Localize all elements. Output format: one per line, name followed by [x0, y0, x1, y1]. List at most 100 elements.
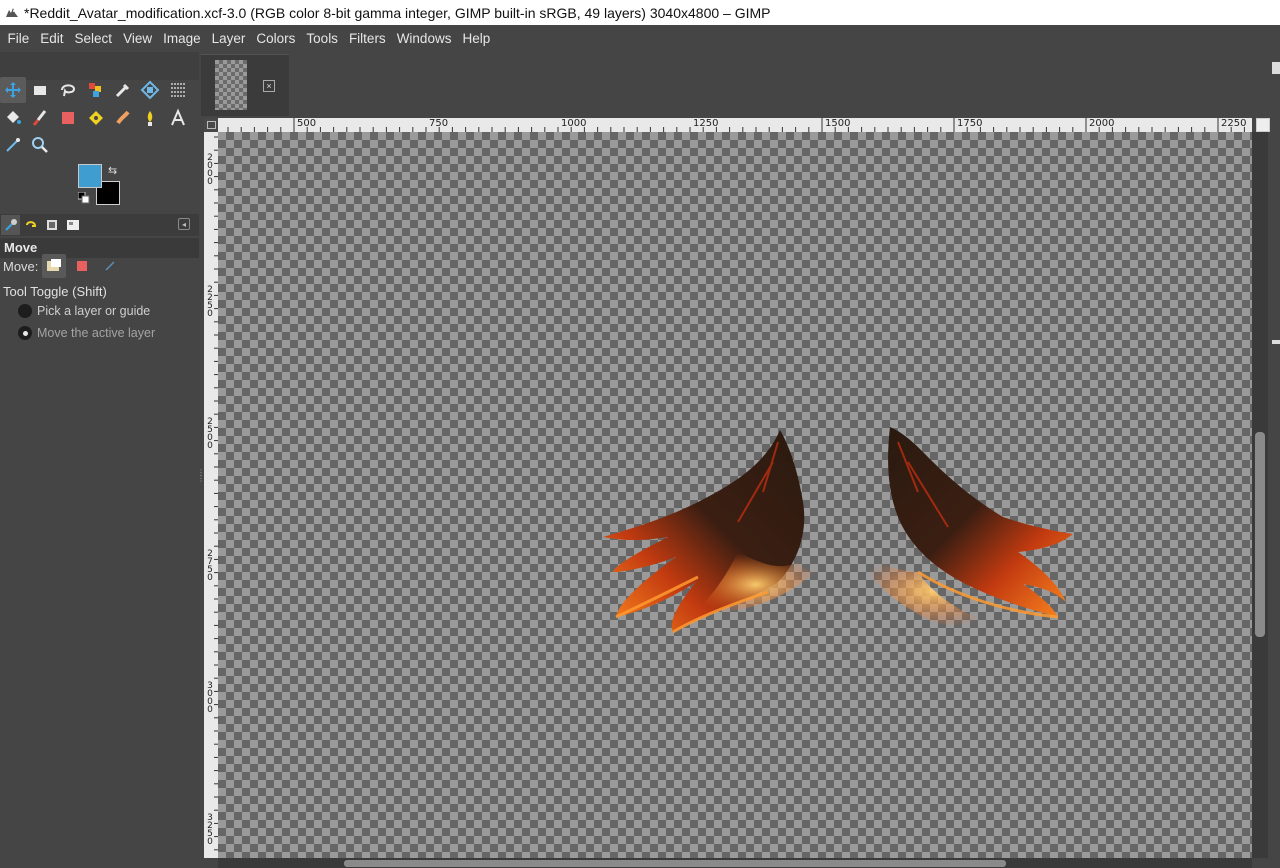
- horizontal-scroll-thumb[interactable]: [344, 860, 1006, 867]
- menu-help[interactable]: Help: [457, 31, 496, 46]
- toolbox-header: [0, 52, 199, 80]
- radio-pick-layer[interactable]: Pick a layer or guide: [18, 301, 150, 321]
- move-icon: [5, 82, 21, 98]
- fuzzy-select-icon: [89, 83, 101, 97]
- gimp-logo-icon: [4, 6, 20, 20]
- bucket-fill-icon: [7, 111, 21, 124]
- bucket-fill-tool-button[interactable]: [0, 105, 26, 131]
- heal-tool-button[interactable]: [83, 105, 109, 131]
- dock-menu-icon[interactable]: ◂: [178, 218, 190, 230]
- navigate-icon[interactable]: [1256, 118, 1270, 132]
- left-wing: [603, 430, 823, 634]
- selection-mode-icon: [77, 261, 88, 271]
- paths-tool-button[interactable]: [0, 132, 26, 158]
- title-bar: *Reddit_Avatar_modification.xcf-3.0 (RGB…: [0, 0, 1280, 25]
- paths-icon: [6, 138, 20, 152]
- menu-colors[interactable]: Colors: [251, 31, 301, 46]
- tab-document-history[interactable]: [63, 215, 82, 235]
- menu-layer[interactable]: Layer: [206, 31, 251, 46]
- horizontal-scrollbar[interactable]: [218, 858, 1252, 868]
- text-tool-button[interactable]: [165, 105, 191, 131]
- dodge-tool-button[interactable]: [137, 105, 163, 131]
- foreground-color-swatch[interactable]: [78, 164, 102, 188]
- menu-edit[interactable]: Edit: [35, 31, 69, 46]
- close-icon[interactable]: ×: [263, 80, 275, 92]
- image-canvas[interactable]: [218, 132, 1252, 858]
- quick-mask-corner[interactable]: [204, 118, 218, 132]
- menu-tools[interactable]: Tools: [301, 31, 344, 46]
- unified-transform-tool-button[interactable]: [137, 77, 163, 103]
- dock-resize-handle[interactable]: ⋮ ⋮: [197, 469, 205, 494]
- free-select-tool-button[interactable]: [55, 77, 81, 103]
- horizontal-ruler-ticks: [227, 118, 1245, 132]
- color-picker-tool-button[interactable]: [110, 77, 136, 103]
- menu-bar: File Edit Select View Image Layer Colors…: [0, 25, 1280, 52]
- free-select-icon: [61, 84, 76, 97]
- color-area: ⇆: [78, 164, 124, 206]
- menu-filters[interactable]: Filters: [343, 31, 391, 46]
- reset-colors-icon[interactable]: [78, 192, 90, 204]
- image-tab[interactable]: ×: [201, 54, 289, 116]
- eraser-tool-button[interactable]: [55, 105, 81, 131]
- radio-move-active-layer[interactable]: Move the active layer: [18, 323, 155, 343]
- dock-tab-bar: ◂: [0, 214, 199, 236]
- tab-tool-options[interactable]: [1, 215, 20, 235]
- menu-windows[interactable]: Windows: [391, 31, 457, 46]
- rect-select-icon: [34, 86, 46, 95]
- move-mode-row: Move:: [3, 254, 122, 278]
- swap-colors-icon[interactable]: ⇆: [108, 164, 117, 177]
- move-layer-mode-button[interactable]: [42, 254, 67, 278]
- tab-device-status[interactable]: [21, 215, 40, 235]
- toolbox: ⇆ ◂ Move Move: Tool Toggle (Shift) Pick …: [0, 52, 199, 868]
- move-path-mode-button[interactable]: [98, 254, 122, 278]
- right-dock-marker: [1272, 62, 1280, 74]
- vertical-ruler: 2000 2250 2500 2750 3000 3250: [204, 132, 218, 858]
- right-wing: [858, 427, 1073, 629]
- text-icon: [171, 108, 185, 126]
- dodge-icon: [147, 111, 153, 126]
- menu-file[interactable]: File: [2, 31, 35, 46]
- warp-tool-button[interactable]: [165, 77, 191, 103]
- right-dock-marker: [1272, 340, 1280, 344]
- horizontal-ruler: 500 750 1000 1250 1500 1750 2000 2250: [218, 118, 1252, 132]
- zoom-icon: [32, 137, 48, 153]
- radio-move-active-layer-label: Move the active layer: [37, 326, 156, 340]
- move-tool-button[interactable]: [0, 77, 26, 103]
- paintbrush-tool-button[interactable]: [27, 105, 53, 131]
- heal-icon: [89, 111, 103, 125]
- vertical-scrollbar[interactable]: [1252, 132, 1268, 858]
- menu-select[interactable]: Select: [69, 31, 118, 46]
- move-selection-mode-button[interactable]: [70, 254, 94, 278]
- unified-transform-icon: [140, 80, 160, 100]
- smudge-icon: [116, 110, 130, 125]
- paintbrush-icon: [32, 110, 47, 126]
- path-mode-icon: [105, 261, 115, 271]
- zoom-tool-button[interactable]: [27, 132, 53, 158]
- move-mode-label: Move:: [3, 258, 39, 274]
- window-title: *Reddit_Avatar_modification.xcf-3.0 (RGB…: [24, 4, 771, 21]
- menu-image[interactable]: Image: [158, 31, 207, 46]
- images-icon: [46, 220, 57, 230]
- radio-move-active-layer-circle[interactable]: [18, 326, 32, 340]
- eraser-icon: [62, 112, 74, 124]
- smudge-tool-button[interactable]: [110, 105, 136, 131]
- rect-select-tool-button[interactable]: [27, 77, 53, 103]
- vertical-ruler-ticks: [214, 136, 218, 851]
- tab-images[interactable]: [42, 215, 61, 235]
- tool-options-icon: [4, 219, 17, 231]
- radio-pick-layer-label: Pick a layer or guide: [37, 304, 151, 318]
- fuzzy-select-tool-button[interactable]: [83, 77, 109, 103]
- radio-pick-layer-circle[interactable]: [18, 304, 32, 318]
- warp-icon: [171, 83, 185, 97]
- color-picker-icon: [115, 83, 130, 98]
- menu-view[interactable]: View: [118, 31, 158, 46]
- tool-toggle-label: Tool Toggle (Shift): [3, 284, 107, 299]
- fire-wings-artwork: [603, 427, 1073, 634]
- image-tab-strip: ×: [201, 52, 1280, 118]
- document-history-icon: [66, 220, 79, 230]
- vertical-scroll-thumb[interactable]: [1255, 432, 1265, 637]
- layer-mode-icon: [47, 259, 62, 271]
- right-dock-edge: [1270, 52, 1280, 868]
- image-thumbnail: [215, 60, 247, 110]
- undo-history-icon: [25, 221, 36, 227]
